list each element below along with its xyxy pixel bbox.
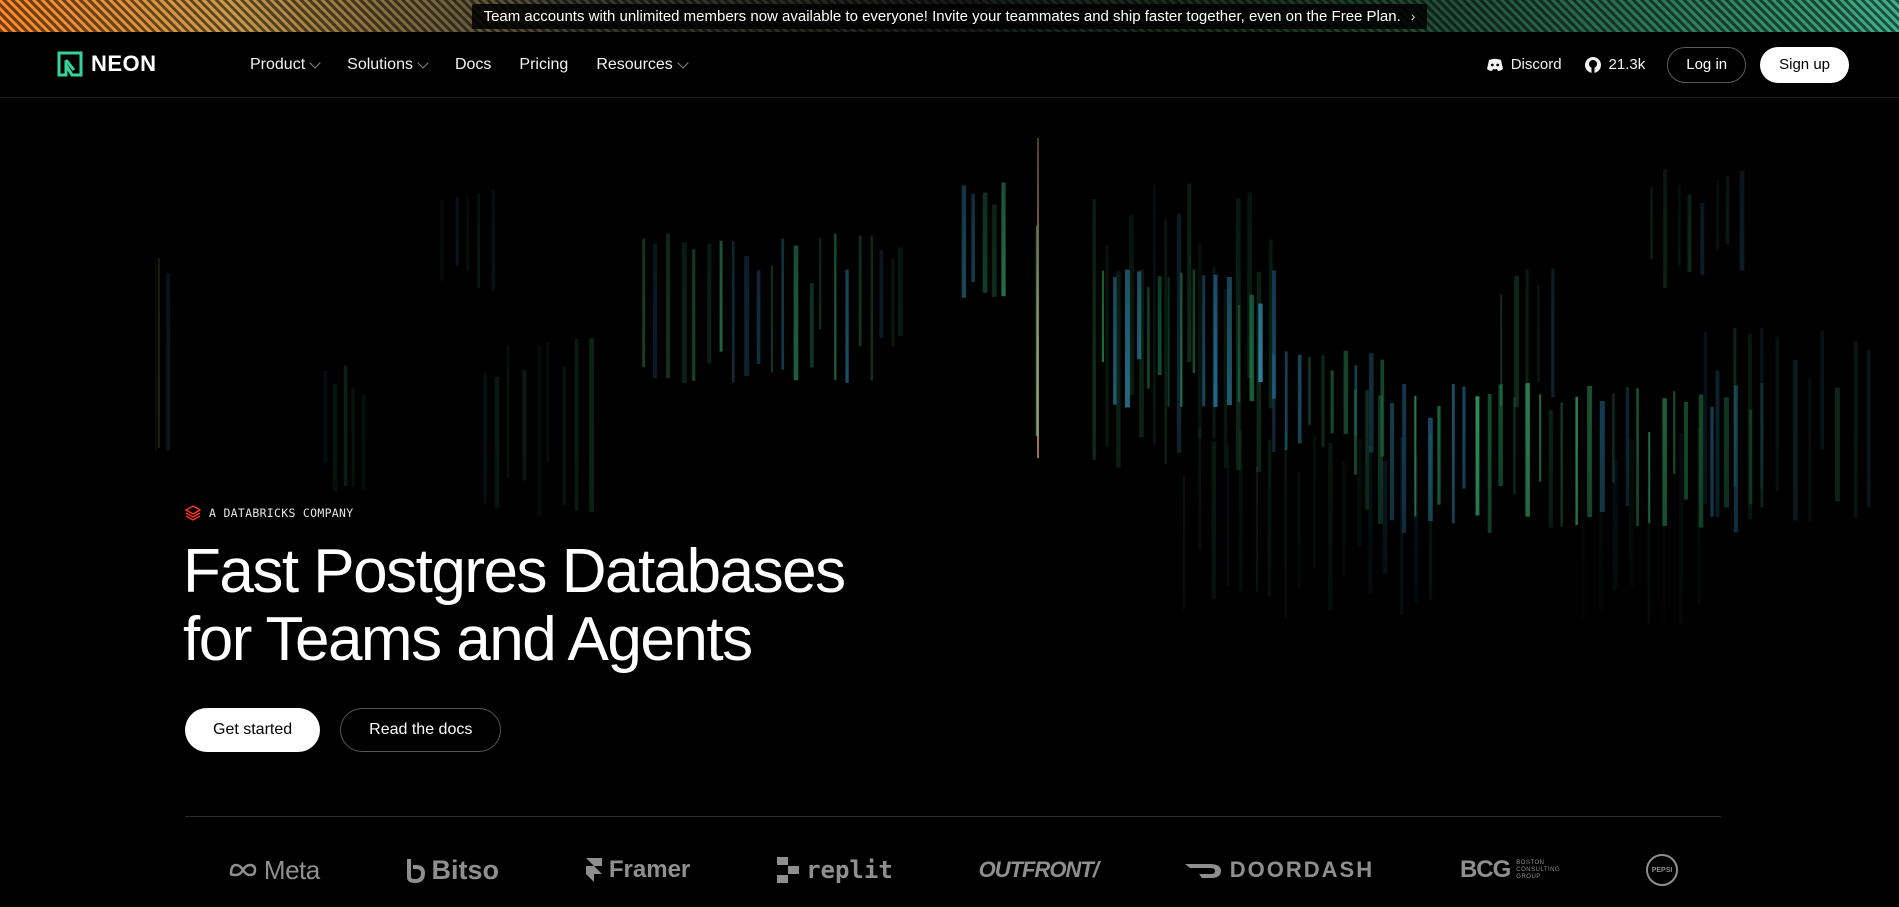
nav-pricing[interactable]: Pricing xyxy=(519,56,568,74)
bcg-sub-line: CONSULTING xyxy=(1516,866,1561,873)
nav-pricing-label: Pricing xyxy=(519,55,569,73)
headline-line-1: Fast Postgres Databases xyxy=(183,537,846,606)
framer-wordmark: Framer xyxy=(608,856,691,883)
github-link[interactable]: 21.3k xyxy=(1584,56,1646,74)
hero-cta-row: Get started Read the docs xyxy=(185,708,502,752)
nav-actions: Discord 21.3k Log in Sign up xyxy=(1486,32,1849,97)
eyebrow-text: A DATABRICKS COMPANY xyxy=(209,506,354,520)
nav-links: Product Solutions Docs Pricing Resources xyxy=(250,32,689,97)
doordash-icon xyxy=(1184,864,1221,878)
replit-icon xyxy=(777,857,800,883)
discord-label: Discord xyxy=(1510,56,1562,73)
bitso-wordmark: Bitso xyxy=(431,854,500,885)
discord-icon xyxy=(1486,58,1503,71)
bitso-icon xyxy=(406,859,425,883)
nav-product[interactable]: Product xyxy=(250,55,321,74)
nav-docs[interactable]: Docs xyxy=(455,56,491,74)
hero-headline: Fast Postgres Databases for Teams and Ag… xyxy=(183,537,846,674)
bcg-wordmark: BCG xyxy=(1459,856,1511,883)
meta-logo: Meta xyxy=(228,855,320,886)
chevron-down-icon xyxy=(417,56,429,69)
nav-resources[interactable]: Resources xyxy=(596,55,689,74)
neon-logo[interactable]: NEON xyxy=(57,51,157,77)
doordash-logo: DOORDASH xyxy=(1184,857,1374,883)
headline-line-2: for Teams and Agents xyxy=(183,605,753,674)
chevron-right-icon: › xyxy=(1410,8,1416,24)
section-divider xyxy=(185,816,1721,817)
neon-logo-icon xyxy=(57,51,83,77)
replit-logo: replit xyxy=(776,856,893,884)
announcement-bar[interactable]: Team accounts with unlimited members now… xyxy=(0,0,1899,32)
get-started-button[interactable]: Get started xyxy=(185,708,321,752)
github-stars: 21.3k xyxy=(1608,56,1646,73)
chevron-down-icon xyxy=(309,56,321,69)
meta-wordmark: Meta xyxy=(263,854,320,885)
pepsi-logo: PEPSI xyxy=(1646,854,1679,886)
logo-wordmark: NEON xyxy=(91,51,157,76)
nav-solutions-label: Solutions xyxy=(347,55,413,73)
bcg-logo: BCG BOSTON CONSULTING GROUP xyxy=(1460,856,1560,884)
customer-logos: Meta Bitso Framer replit OUTFRONT/ DOORD… xyxy=(185,848,1721,892)
read-docs-button[interactable]: Read the docs xyxy=(340,708,502,752)
hero-eyebrow: A DATABRICKS COMPANY xyxy=(185,505,353,521)
outfront-wordmark: OUTFRONT/ xyxy=(978,857,1099,882)
announcement-link[interactable]: Team accounts with unlimited members now… xyxy=(471,3,1428,29)
replit-wordmark: replit xyxy=(806,856,893,884)
top-nav: NEON Product Solutions Docs Pricing Reso… xyxy=(0,32,1899,98)
bcg-subtext: BOSTON CONSULTING GROUP xyxy=(1516,860,1560,881)
discord-link[interactable]: Discord xyxy=(1486,56,1562,73)
framer-icon xyxy=(585,858,602,882)
signup-button[interactable]: Sign up xyxy=(1760,46,1849,83)
nav-resources-label: Resources xyxy=(596,55,673,73)
pepsi-emblem: PEPSI xyxy=(1646,854,1679,886)
databricks-icon xyxy=(185,505,201,521)
outfront-logo: OUTFRONT/ xyxy=(978,857,1099,883)
nav-docs-label: Docs xyxy=(454,55,492,73)
bcg-sub-line: GROUP xyxy=(1516,873,1541,880)
framer-logo: Framer xyxy=(585,856,690,884)
login-button[interactable]: Log in xyxy=(1667,46,1747,83)
bitso-logo: Bitso xyxy=(406,854,500,886)
nav-product-label: Product xyxy=(250,55,306,73)
meta-infinity-icon xyxy=(229,863,257,877)
bcg-sub-line: BOSTON xyxy=(1516,859,1545,866)
doordash-wordmark: DOORDASH xyxy=(1229,857,1375,882)
nav-solutions[interactable]: Solutions xyxy=(347,55,429,74)
announcement-text: Team accounts with unlimited members now… xyxy=(483,7,1401,25)
chevron-down-icon xyxy=(677,56,689,69)
github-icon xyxy=(1584,56,1601,73)
